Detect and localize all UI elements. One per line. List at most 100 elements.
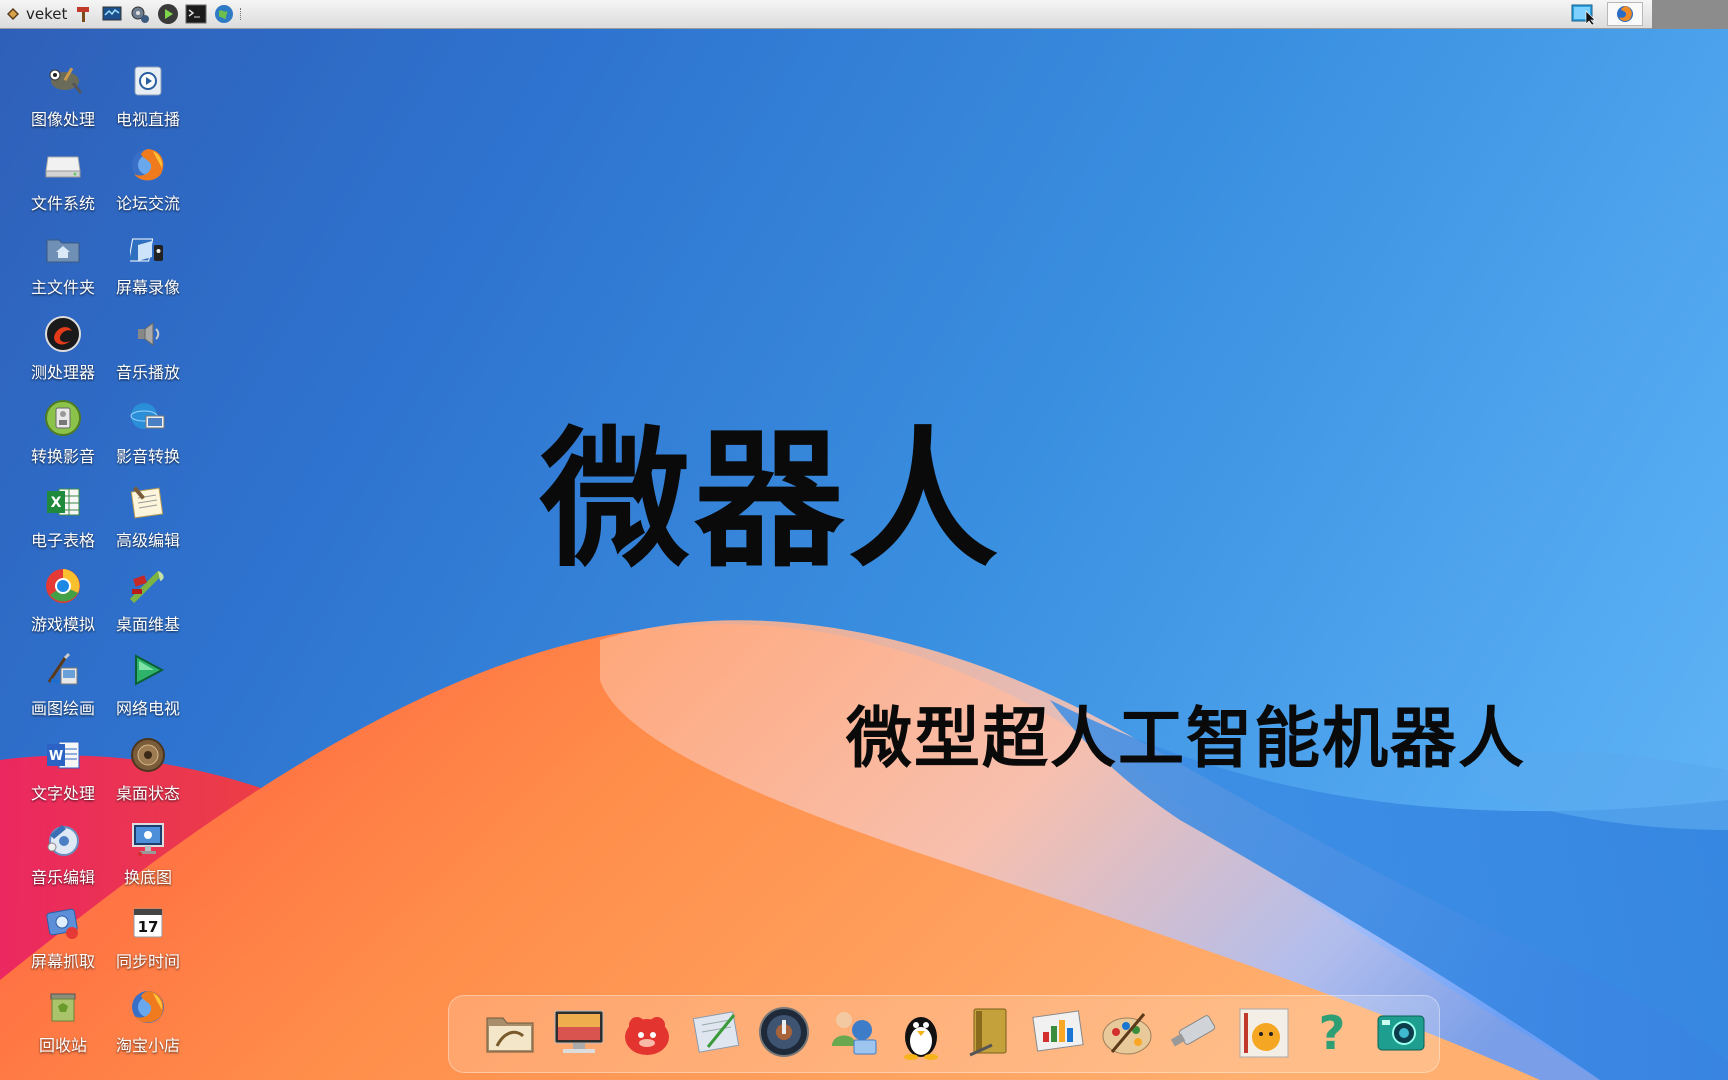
spreadsheet-icon: X xyxy=(41,481,85,523)
desktop-icon-label: 桌面维基 xyxy=(115,615,180,634)
wallpaper-icon xyxy=(126,818,170,860)
media-player-icon[interactable] xyxy=(753,1002,815,1064)
desktop-icon[interactable]: 图像处理 xyxy=(21,52,105,130)
globe-icon[interactable] xyxy=(212,3,236,25)
desktop-icon[interactable]: 文件系统 xyxy=(21,136,105,214)
veket-logo-icon xyxy=(7,8,19,20)
camera-icon[interactable] xyxy=(1370,1002,1432,1064)
desktop-icon[interactable]: W 文字处理 xyxy=(21,726,105,804)
paint-palette-icon[interactable] xyxy=(1096,1002,1158,1064)
mascot-icon[interactable] xyxy=(616,1002,678,1064)
desktop-icon-label: 主文件夹 xyxy=(30,278,95,297)
desktop-icon[interactable]: 回收站 xyxy=(21,978,105,1056)
qq-penguin-icon[interactable] xyxy=(890,1002,952,1064)
help-icon[interactable]: ? xyxy=(1301,1002,1363,1064)
desktop-icon-label: 转换影音 xyxy=(30,447,95,466)
desktop-icon-label: 淘宝小店 xyxy=(115,1036,180,1055)
wallpaper-title: 微器人 xyxy=(540,414,1003,588)
speaker-icon xyxy=(126,313,170,355)
desktop-icon-label: 网络电视 xyxy=(115,699,180,718)
svg-text:X: X xyxy=(51,495,62,511)
desktop-icon-label: 电视直播 xyxy=(115,110,180,129)
desktop-icon-label: 图像处理 xyxy=(30,110,95,129)
desktop-icon[interactable]: X 电子表格 xyxy=(21,473,105,551)
desktop-icon-label: 音乐播放 xyxy=(115,363,180,382)
desktop-switch-icon[interactable] xyxy=(1570,3,1598,25)
desktop-icon[interactable]: 17 同步时间 xyxy=(106,894,190,972)
desktop-icon-label: 影音转换 xyxy=(115,447,180,466)
desktop-icon[interactable]: 音乐编辑 xyxy=(21,810,105,888)
desktop-icon[interactable]: 主文件夹 xyxy=(21,220,105,298)
trash-icon xyxy=(41,986,85,1028)
desktop-icon-label: 高级编辑 xyxy=(115,531,180,550)
text-editor-icon xyxy=(126,481,170,523)
desktop-icon-label: 画图绘画 xyxy=(30,699,95,718)
desktop-icon-label: 文件系统 xyxy=(30,194,95,213)
svg-text:?: ? xyxy=(1319,1006,1346,1060)
desktop-icon[interactable]: 影音转换 xyxy=(106,389,190,467)
desktop-icon-label: 屏幕录像 xyxy=(115,278,180,297)
desktop-icon-label: 游戏模拟 xyxy=(30,615,95,634)
taskbar-clock-area[interactable] xyxy=(1652,0,1728,29)
monitor-icon[interactable] xyxy=(100,3,124,25)
calendar-icon: 17 xyxy=(126,902,170,944)
contacts-icon[interactable] xyxy=(822,1002,884,1064)
desktop-icon-label: 测处理器 xyxy=(30,363,95,382)
terminal-icon[interactable] xyxy=(184,3,208,25)
start-menu-button[interactable]: veket xyxy=(6,3,67,25)
desktop-icon-label: 论坛交流 xyxy=(115,194,180,213)
notepad-icon[interactable] xyxy=(685,1002,747,1064)
usb-drive-icon[interactable] xyxy=(1164,1002,1226,1064)
desktop-icon[interactable]: 屏幕抓取 xyxy=(21,894,105,972)
desktop-icon[interactable]: 桌面状态 xyxy=(106,726,190,804)
desktop: veket 图像处理 电视直播 文件系统 论坛交流 主文件夹 屏幕录像 测处理器… xyxy=(0,0,1728,1080)
desktop-icon[interactable]: 淘宝小店 xyxy=(106,978,190,1056)
play-icon[interactable] xyxy=(156,3,180,25)
firefox-icon xyxy=(126,144,170,186)
desktop-icon[interactable]: 画图绘画 xyxy=(21,641,105,719)
settings-icon[interactable] xyxy=(128,3,152,25)
game-emulator-icon xyxy=(41,565,85,607)
drive-icon xyxy=(41,144,85,186)
desktop-icon[interactable]: 音乐播放 xyxy=(106,305,190,383)
media-transcode-icon xyxy=(126,397,170,439)
taskbar-separator xyxy=(240,8,245,20)
desktop-icon[interactable]: 测处理器 xyxy=(21,305,105,383)
screenshot-icon xyxy=(41,902,85,944)
desktop-icon[interactable]: 网络电视 xyxy=(106,641,190,719)
desktop-icon-label: 屏幕抓取 xyxy=(30,952,95,971)
desktop-icon-label: 电子表格 xyxy=(30,531,95,550)
desktop-icon[interactable]: 屏幕录像 xyxy=(106,220,190,298)
home-folder-icon xyxy=(41,228,85,270)
shop-icon xyxy=(126,986,170,1028)
paint-icon xyxy=(41,649,85,691)
word-processor-icon: W xyxy=(41,734,85,776)
desktop-icon[interactable]: 游戏模拟 xyxy=(21,557,105,635)
desktop-icon-label: 文字处理 xyxy=(30,784,95,803)
desktop-icon[interactable]: 电视直播 xyxy=(106,52,190,130)
desktop-icon[interactable]: 论坛交流 xyxy=(106,136,190,214)
desktop-icon-label: 换底图 xyxy=(123,868,172,887)
desktop-icon[interactable]: 高级编辑 xyxy=(106,473,190,551)
desktop-icon-label: 同步时间 xyxy=(115,952,180,971)
computer-icon[interactable] xyxy=(548,1002,610,1064)
notebook-icon[interactable] xyxy=(959,1002,1021,1064)
desktop-icon[interactable]: 转换影音 xyxy=(21,389,105,467)
quick-launch xyxy=(72,3,245,25)
firefox-tray-icon[interactable] xyxy=(1607,2,1643,26)
desktop-icon-label: 音乐编辑 xyxy=(30,868,95,887)
media-convert-icon xyxy=(41,397,85,439)
calendar-day-number: 17 xyxy=(138,918,159,936)
screen-record-icon xyxy=(126,228,170,270)
veket-pet-icon[interactable] xyxy=(1233,1002,1295,1064)
tools-icon[interactable] xyxy=(72,3,96,25)
play-triangle-icon xyxy=(126,649,170,691)
desktop-icon[interactable]: 换底图 xyxy=(106,810,190,888)
desktop-icon[interactable]: 桌面维基 xyxy=(106,557,190,635)
audio-edit-icon xyxy=(41,818,85,860)
svg-text:W: W xyxy=(49,749,63,764)
file-manager-icon[interactable] xyxy=(479,1002,541,1064)
desktop-icon-label: 桌面状态 xyxy=(115,784,180,803)
presentation-icon[interactable] xyxy=(1027,1002,1089,1064)
taskbar: veket xyxy=(0,0,1728,29)
